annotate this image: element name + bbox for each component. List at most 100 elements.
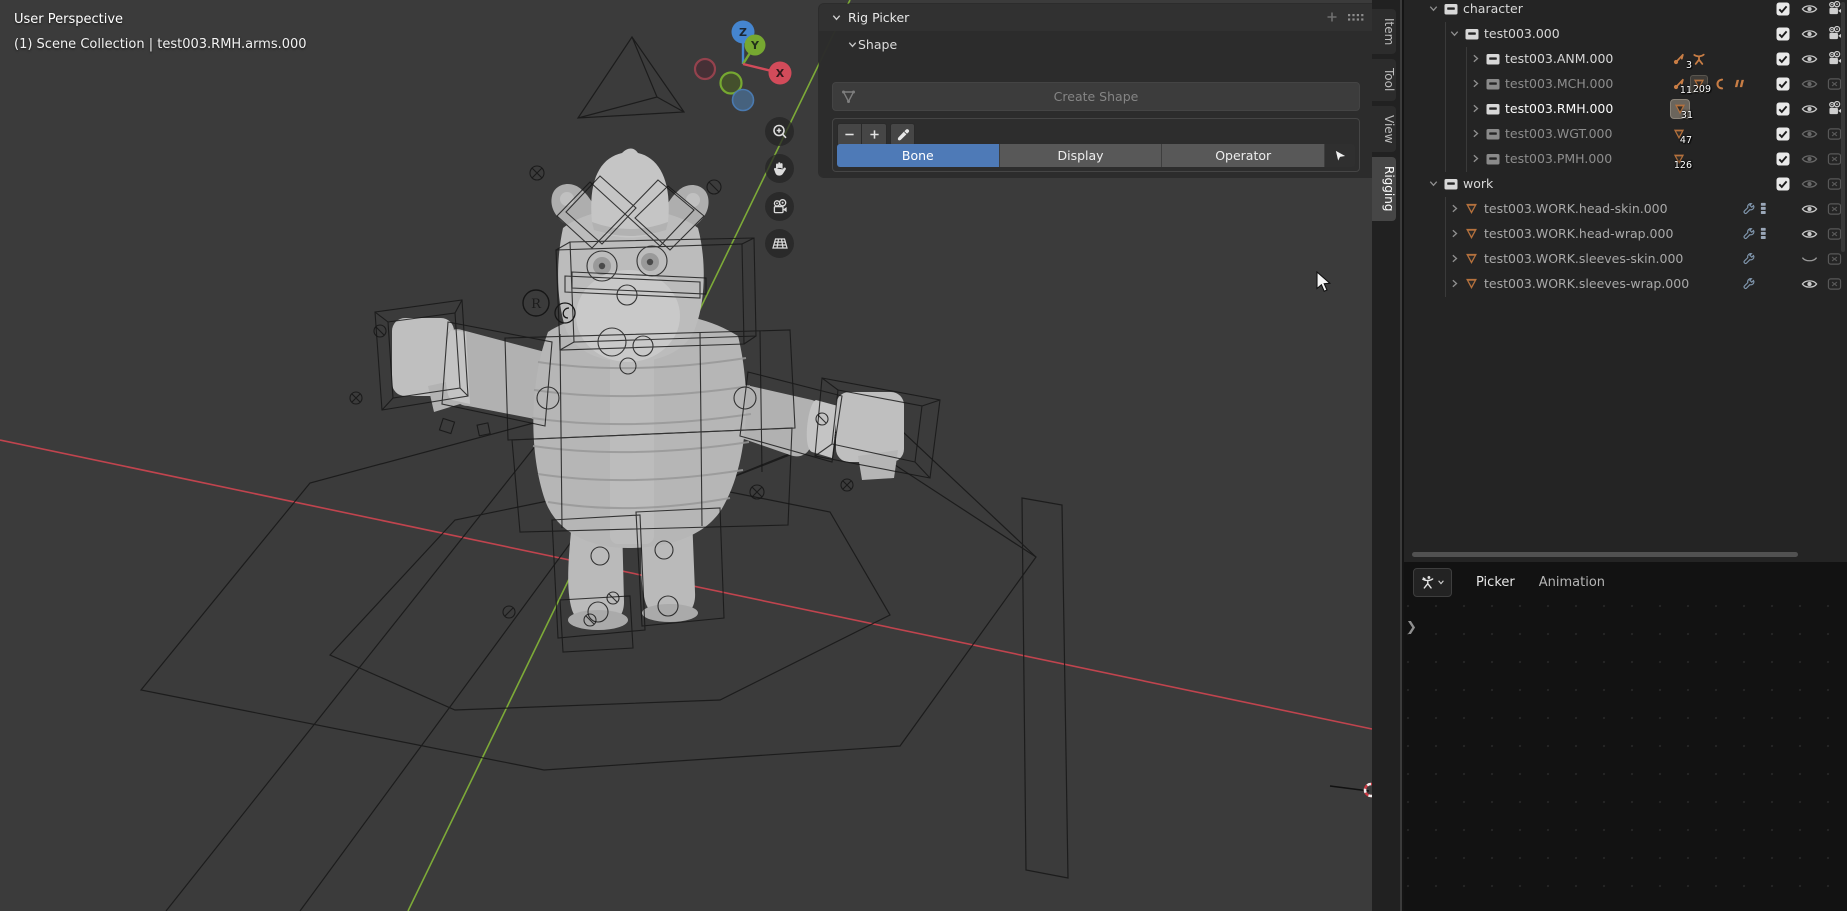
eye-icon[interactable] (1801, 51, 1818, 70)
camera-disabled-icon[interactable] (1827, 126, 1842, 145)
navigation-gizmo[interactable]: Z Y X (688, 8, 808, 118)
chevron-right-icon[interactable] (1447, 253, 1462, 264)
collection-checkbox[interactable] (1776, 26, 1790, 45)
svg-text:R: R (531, 297, 542, 312)
camera-disabled-icon[interactable] (1827, 176, 1842, 195)
collection-checkbox[interactable] (1776, 76, 1790, 95)
collection-checkbox[interactable] (1776, 1, 1790, 20)
sidebar-tab-item[interactable]: Item (1372, 9, 1396, 54)
mouse-cursor (1316, 271, 1332, 293)
eye-icon[interactable] (1801, 1, 1818, 20)
outliner-vertical-scrollbar[interactable] (1841, 2, 1845, 252)
camera-disabled-icon[interactable] (1827, 151, 1842, 170)
chevron-down-icon[interactable] (1447, 28, 1462, 39)
3d-cursor (1330, 784, 1377, 796)
outliner-row[interactable]: test003.WORK.head-wrap.000 (1404, 221, 1847, 246)
gizmo-neg-z[interactable] (733, 90, 754, 111)
outliner-row[interactable]: test003.WGT.00047 (1404, 121, 1847, 146)
outliner-item-label[interactable]: test003.MCH.000 (1505, 76, 1613, 91)
outliner-item-label[interactable]: character (1463, 1, 1523, 16)
eyedropper-icon[interactable] (890, 123, 915, 146)
add-panel-icon[interactable] (1326, 8, 1338, 27)
outliner-item-label[interactable]: test003.WGT.000 (1505, 126, 1612, 141)
outliner-row[interactable]: test003.MCH.00011209 (1404, 71, 1847, 96)
eye-icon[interactable] (1801, 26, 1818, 45)
outliner-row[interactable]: test003.WORK.sleeves-skin.000 (1404, 246, 1847, 271)
outliner-row[interactable]: test003.PMH.000126 (1404, 146, 1847, 171)
add-button[interactable] (862, 123, 887, 146)
collection-checkbox[interactable] (1776, 176, 1790, 195)
outliner-item-label[interactable]: test003.WORK.sleeves-skin.000 (1484, 251, 1683, 266)
eye-icon[interactable] (1801, 76, 1818, 95)
sidebar-tab-view[interactable]: View (1372, 106, 1396, 152)
outliner-row[interactable]: test003.ANM.0003 (1404, 46, 1847, 71)
chevron-right-icon[interactable] (1468, 78, 1483, 89)
outliner-row[interactable]: test003.WORK.head-skin.000 (1404, 196, 1847, 221)
outliner-row[interactable]: work (1404, 171, 1847, 196)
editor-type-button[interactable] (1413, 568, 1452, 597)
sidebar-tab-rigging[interactable]: Rigging (1372, 157, 1396, 220)
chevron-right-icon[interactable] (1468, 103, 1483, 114)
shape-section-header[interactable]: Shape (819, 31, 1372, 57)
panel-options-grip-icon[interactable] (1348, 8, 1364, 27)
pan-hand-icon[interactable] (765, 154, 794, 183)
eye-closed-icon[interactable] (1801, 251, 1818, 270)
collection-checkbox[interactable] (1776, 51, 1790, 70)
camera-disabled-icon[interactable] (1827, 276, 1842, 295)
remove-button[interactable] (837, 123, 862, 146)
outliner-horizontal-scrollbar[interactable] (1412, 552, 1798, 557)
outliner-item-label[interactable]: work (1463, 176, 1493, 191)
eye-icon[interactable] (1801, 276, 1818, 295)
picker-panel-tab-picker[interactable]: Picker (1476, 575, 1515, 590)
chevron-right-icon[interactable] (1468, 53, 1483, 64)
outliner-row[interactable]: test003.WORK.sleeves-wrap.000 (1404, 271, 1847, 296)
outliner-item-label[interactable]: test003.RMH.000 (1505, 101, 1613, 116)
mode-tab-display[interactable]: Display (1000, 144, 1163, 167)
datablock-badges: 31 (1670, 96, 1690, 121)
region-collapse-arrow[interactable]: ❯ (1406, 620, 1417, 635)
eye-icon[interactable] (1801, 176, 1818, 195)
gizmo-neg-x[interactable] (695, 59, 715, 79)
outliner-row[interactable]: character (1404, 0, 1847, 21)
collection-checkbox[interactable] (1776, 101, 1790, 120)
character-model[interactable] (392, 149, 904, 631)
camera-view-icon[interactable] (765, 192, 794, 221)
grid-projection-icon[interactable] (765, 229, 794, 258)
sidebar-tab-tool[interactable]: Tool (1372, 59, 1396, 100)
chevron-down-icon[interactable] (1426, 178, 1441, 189)
camera-disabled-icon[interactable] (1827, 251, 1842, 270)
mesh-object-icon (1462, 276, 1481, 291)
collection-checkbox[interactable] (1776, 126, 1790, 145)
eye-icon[interactable] (1801, 151, 1818, 170)
eye-icon[interactable] (1801, 101, 1818, 120)
chevron-right-icon[interactable] (1447, 228, 1462, 239)
eye-icon[interactable] (1801, 201, 1818, 220)
camera-disabled-icon[interactable] (1827, 201, 1842, 220)
rig-picker-header[interactable]: Rig Picker (819, 4, 1372, 31)
eye-icon[interactable] (1801, 226, 1818, 245)
outliner-item-label[interactable]: test003.WORK.head-wrap.000 (1484, 226, 1673, 241)
outliner-item-label[interactable]: test003.WORK.head-skin.000 (1484, 201, 1668, 216)
3d-viewport[interactable]: R User Perspective (1) Scene Collection … (0, 0, 1402, 911)
mode-cycle-arrow-icon[interactable] (1325, 144, 1355, 167)
collection-checkbox[interactable] (1776, 151, 1790, 170)
outliner-row[interactable]: test003.RMH.000 31 (1404, 96, 1847, 121)
chevron-right-icon[interactable] (1447, 278, 1462, 289)
create-shape-button[interactable]: Create Shape (832, 82, 1360, 111)
chevron-down-icon[interactable] (1426, 3, 1441, 14)
eye-icon[interactable] (1801, 126, 1818, 145)
chevron-right-icon[interactable] (1468, 128, 1483, 139)
outliner-item-label[interactable]: test003.000 (1484, 26, 1560, 41)
outliner-item-label[interactable]: test003.ANM.000 (1505, 51, 1613, 66)
picker-panel-tab-animation[interactable]: Animation (1539, 575, 1605, 590)
zoom-in-icon[interactable] (765, 117, 794, 146)
camera-disabled-icon[interactable] (1827, 76, 1842, 95)
chevron-right-icon[interactable] (1447, 203, 1462, 214)
outliner-row[interactable]: test003.000 (1404, 21, 1847, 46)
chevron-right-icon[interactable] (1468, 153, 1483, 164)
mode-tab-operator[interactable]: Operator (1162, 144, 1325, 167)
camera-disabled-icon[interactable] (1827, 226, 1842, 245)
mode-tab-bone[interactable]: Bone (837, 144, 1000, 167)
outliner-item-label[interactable]: test003.PMH.000 (1505, 151, 1612, 166)
outliner-item-label[interactable]: test003.WORK.sleeves-wrap.000 (1484, 276, 1689, 291)
